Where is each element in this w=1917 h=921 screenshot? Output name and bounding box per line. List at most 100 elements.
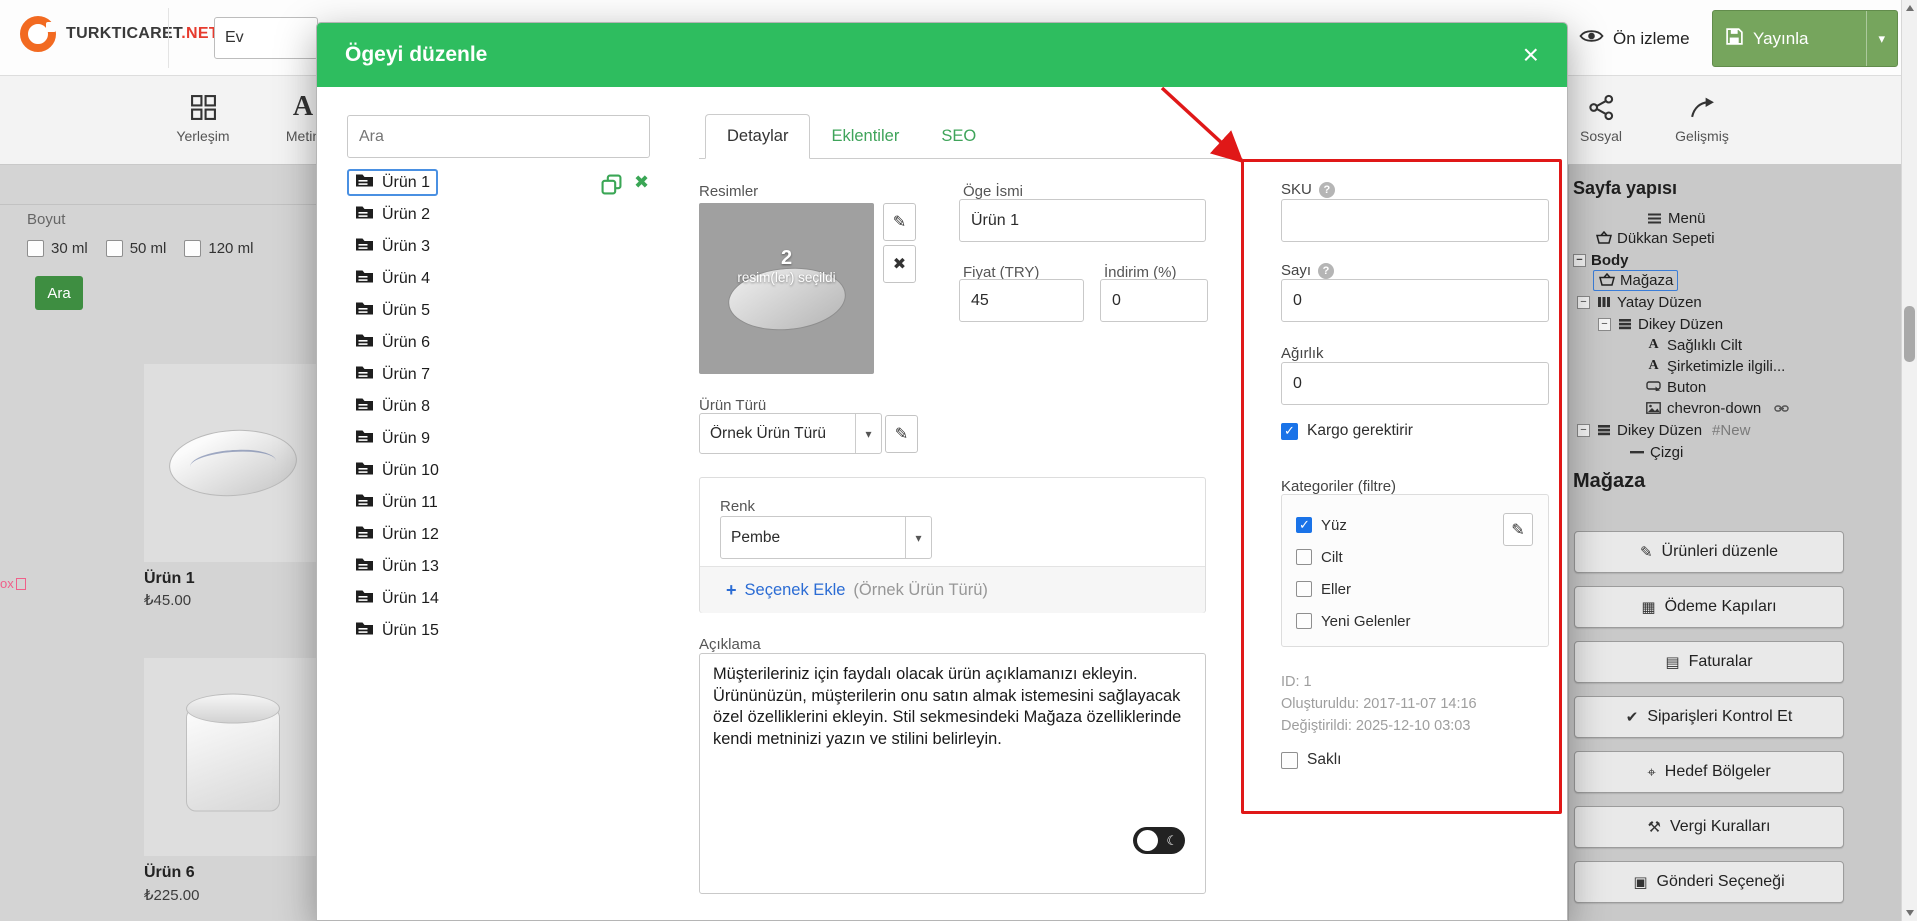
tool-social[interactable]: Sosyal xyxy=(1561,89,1641,144)
tree-item-dikey-duzen[interactable]: − Dikey Düzen xyxy=(1598,314,1723,334)
brand-logo[interactable]: TURKTICARET.NET xyxy=(20,16,219,52)
product-list-item[interactable]: Ürün 6 xyxy=(347,329,438,356)
product-list-item[interactable]: Ürün 14 xyxy=(347,585,447,612)
store-action-icon: ▣ xyxy=(1633,874,1648,891)
tree-item-cizgi[interactable]: Çizgi xyxy=(1628,442,1683,462)
category-checkbox[interactable]: Eller xyxy=(1296,577,1548,601)
folder-icon xyxy=(355,461,374,481)
scroll-down-icon[interactable] xyxy=(1906,910,1914,916)
clear-images-button[interactable]: ✖ xyxy=(883,245,916,283)
product-list-item[interactable]: Ürün 7 xyxy=(347,361,438,388)
tree-item-magaza[interactable]: Mağaza xyxy=(1593,269,1679,291)
shipping-checkbox[interactable]: Kargo gerektirir xyxy=(1281,422,1413,440)
tab-eklentiler[interactable]: Eklentiler xyxy=(810,114,920,158)
edit-images-button[interactable]: ✎ xyxy=(883,203,916,241)
tree-item-chevron-down[interactable]: chevron-down xyxy=(1645,398,1789,418)
product-list-item[interactable]: Ürün 2 xyxy=(347,201,438,228)
price-input[interactable] xyxy=(959,279,1084,322)
collapse-icon[interactable]: − xyxy=(1598,317,1611,331)
product-name[interactable]: Ürün 1 xyxy=(144,570,195,588)
edit-type-button[interactable]: ✎ xyxy=(885,415,918,453)
collapse-icon[interactable]: − xyxy=(1573,253,1586,267)
page-scrollbar[interactable] xyxy=(1901,0,1917,921)
preview-button[interactable]: Ön izleme xyxy=(1579,28,1690,49)
image-thumbnail[interactable]: 2 resim(ler) seçildi xyxy=(699,203,874,374)
product-list-item[interactable]: Ürün 12 xyxy=(347,521,447,548)
tool-advanced[interactable]: Gelişmiş xyxy=(1659,89,1745,144)
tab-detaylar[interactable]: Detaylar xyxy=(705,114,811,159)
product-image[interactable] xyxy=(144,658,322,856)
help-icon[interactable]: ? xyxy=(1318,262,1335,279)
count-input[interactable] xyxy=(1281,279,1549,322)
product-list-item[interactable]: Ürün 5 xyxy=(347,297,438,324)
help-icon[interactable]: ? xyxy=(1318,181,1335,198)
remove-icon[interactable]: ✖ xyxy=(634,172,649,193)
tree-item-saglikli-cilt[interactable]: A Sağlıklı Cilt xyxy=(1645,335,1742,355)
store-action-button[interactable]: ▣ Gönderi Seçeneği xyxy=(1574,861,1844,903)
product-list-item[interactable]: Ürün 11 xyxy=(347,489,446,516)
hidden-checkbox[interactable]: Saklı xyxy=(1281,751,1341,769)
folder-icon xyxy=(355,269,374,289)
size-checkbox[interactable]: 50 ml xyxy=(105,240,166,257)
color-label: Renk xyxy=(720,498,756,515)
sidebar-title: Sayfa yapısı xyxy=(1573,178,1678,198)
tree-item-dukkan-sepeti[interactable]: Dükkan Sepeti xyxy=(1595,228,1715,248)
product-image[interactable] xyxy=(144,364,322,562)
size-checkbox[interactable]: 120 ml xyxy=(184,240,253,257)
tab-seo[interactable]: SEO xyxy=(920,114,997,158)
duplicate-icon[interactable] xyxy=(601,174,622,200)
product-list-item[interactable]: Ürün 8 xyxy=(347,393,438,420)
discount-input[interactable] xyxy=(1100,279,1208,322)
category-checkbox[interactable]: Yeni Gelenler xyxy=(1296,609,1548,633)
tree-item-body[interactable]: − Body xyxy=(1573,250,1629,270)
tree-item-sirketimizle[interactable]: A Şirketimizle ilgili... xyxy=(1645,356,1785,376)
edit-categories-button[interactable]: ✎ xyxy=(1503,513,1533,546)
product-list-item[interactable]: Ürün 10 xyxy=(347,457,447,484)
page-name-input[interactable] xyxy=(214,17,318,59)
product-list-item[interactable]: Ürün 3 xyxy=(347,233,438,260)
tree-item-yatay-duzen[interactable]: − Yatay Düzen xyxy=(1577,292,1702,312)
close-icon[interactable]: × xyxy=(1523,41,1539,69)
tree-item-buton[interactable]: Buton xyxy=(1645,377,1706,397)
tool-layout[interactable]: Yerleşim xyxy=(160,89,246,144)
publish-button[interactable]: Yayınla ▾ xyxy=(1712,10,1898,67)
product-jar-graphic xyxy=(186,693,280,816)
tree-item-dikey-duzen-new[interactable]: − Dikey Düzen #New xyxy=(1577,420,1750,440)
product-list-item[interactable]: Ürün 9 xyxy=(347,425,438,452)
scroll-up-icon[interactable] xyxy=(1906,5,1914,11)
product-name[interactable]: Ürün 6 xyxy=(144,864,195,882)
collapse-icon[interactable]: − xyxy=(1577,295,1590,309)
publish-dropdown-caret[interactable]: ▾ xyxy=(1866,11,1885,66)
store-action-button[interactable]: ✎ Ürünleri düzenle xyxy=(1574,531,1844,573)
description-textarea[interactable] xyxy=(699,653,1206,894)
canvas-fragment: ox xyxy=(0,576,26,591)
item-name-input[interactable] xyxy=(959,199,1206,242)
store-actions: ✎ Ürünleri düzenle ▦ Ödeme Kapıları ▤ Fa… xyxy=(1574,531,1844,903)
weight-input[interactable] xyxy=(1281,362,1549,405)
category-checkbox[interactable]: Cilt xyxy=(1296,545,1548,569)
sku-input[interactable] xyxy=(1281,199,1549,242)
fragment-box xyxy=(15,577,26,590)
store-action-button[interactable]: ⚒ Vergi Kuralları xyxy=(1574,806,1844,848)
canvas-search-button[interactable]: Ara xyxy=(35,276,83,310)
store-action-button[interactable]: ▦ Ödeme Kapıları xyxy=(1574,586,1844,628)
add-option-link[interactable]: Seçenek Ekle xyxy=(745,581,846,600)
collapse-icon[interactable]: − xyxy=(1577,423,1590,437)
color-select[interactable]: Pembe ▾ xyxy=(720,516,932,559)
size-checkbox[interactable]: 30 ml xyxy=(27,240,88,257)
product-list-item[interactable]: Ürün 15 xyxy=(347,617,447,644)
store-action-button[interactable]: ▤ Faturalar xyxy=(1574,641,1844,683)
store-action-button[interactable]: ⌖ Hedef Bölgeler xyxy=(1574,751,1844,793)
product-list-item[interactable]: Ürün 1 xyxy=(347,169,439,196)
scrollbar-thumb[interactable] xyxy=(1904,306,1915,362)
product-type-select[interactable]: Örnek Ürün Türü ▾ xyxy=(699,413,882,454)
tree-item-menu[interactable]: Menü xyxy=(1646,208,1706,228)
thumbnail-caption: 2 resim(ler) seçildi xyxy=(699,247,874,285)
product-list-item[interactable]: Ürün 4 xyxy=(347,265,438,292)
product-list-item[interactable]: Ürün 13 xyxy=(347,553,447,580)
dark-mode-toggle[interactable]: ☾ xyxy=(1133,827,1185,854)
modal-search-input[interactable] xyxy=(347,115,650,158)
product-item-label: Ürün 8 xyxy=(382,397,431,415)
checkbox-icon xyxy=(1296,517,1312,533)
store-action-button[interactable]: ✔ Siparişleri Kontrol Et xyxy=(1574,696,1844,738)
